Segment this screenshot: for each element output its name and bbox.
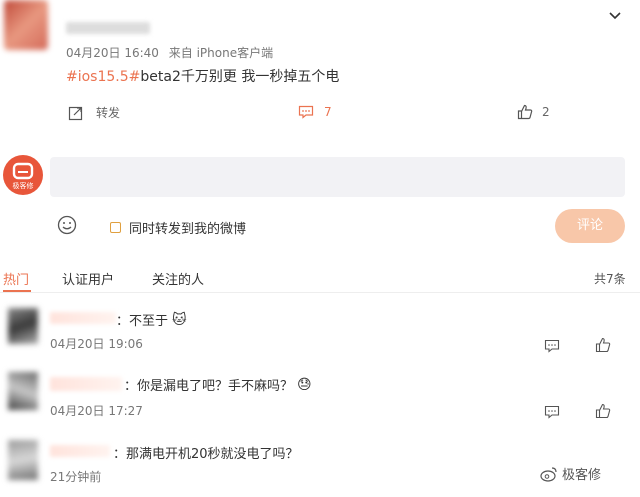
chevron-down-icon[interactable]: [608, 6, 622, 20]
post-text: beta2千万别更 我一秒掉五个电: [140, 69, 340, 85]
comment-time[interactable]: 04月20日 17:27: [50, 402, 143, 419]
comment-text: ：不至于: [116, 314, 169, 329]
sync-repost-option[interactable]: 同时转发到我的微博: [110, 218, 246, 237]
sweat-emoji-icon: 😓: [297, 376, 312, 393]
post-author-avatar[interactable]: [4, 0, 48, 50]
watermark-text: 极客修: [562, 468, 602, 483]
commenter-name[interactable]: [50, 445, 110, 457]
commenter-avatar[interactable]: [8, 372, 38, 410]
reply-icon[interactable]: [544, 404, 560, 423]
watermark: 极客修: [540, 464, 601, 483]
sync-repost-checkbox[interactable]: [110, 222, 121, 233]
weibo-logo-icon: [540, 466, 557, 482]
submit-comment-label: 评论: [576, 218, 603, 233]
tab-following-label: 关注的人: [152, 273, 205, 288]
comment-item: ：不至于 🐱: [116, 310, 187, 330]
comment-icon: [298, 105, 314, 119]
divider: [0, 292, 640, 293]
thumbs-up-icon[interactable]: [595, 403, 611, 423]
submit-comment-button[interactable]: 评论: [555, 209, 625, 243]
comment-count: 7: [324, 105, 332, 119]
hashtag-link[interactable]: #ios15.5#: [66, 69, 140, 85]
comment-time[interactable]: 21分钟前: [50, 468, 101, 485]
repost-button[interactable]: 转发: [68, 104, 120, 121]
comment-item: ：你是漏电了吧？手不麻吗？ 😓: [124, 375, 312, 395]
cat-emoji-icon: 🐱: [172, 311, 187, 328]
sync-repost-label: 同时转发到我的微博: [129, 222, 247, 237]
commenter-avatar[interactable]: [8, 440, 38, 480]
comment-button[interactable]: 7: [298, 105, 332, 119]
comment-text: ：那满电开机20秒就没电了吗？: [113, 447, 299, 462]
like-count: 2: [542, 105, 550, 119]
comment-input[interactable]: [50, 157, 625, 197]
tab-following[interactable]: 关注的人: [152, 269, 204, 288]
reply-icon[interactable]: [544, 338, 560, 357]
current-user-avatar[interactable]: 极客修: [3, 155, 43, 195]
thumbs-up-icon[interactable]: [595, 337, 611, 357]
tab-verified-label: 认证用户: [62, 273, 115, 288]
tab-hot[interactable]: 热门: [3, 269, 29, 288]
avatar-text: 极客修: [12, 182, 34, 190]
emoji-icon[interactable]: [57, 215, 77, 239]
comment-total: 共7条: [594, 272, 626, 286]
like-button[interactable]: 2: [517, 104, 550, 120]
post-author-name[interactable]: [66, 22, 150, 34]
repost-label: 转发: [96, 106, 121, 120]
comment-time[interactable]: 04月20日 19:06: [50, 335, 143, 352]
comment-text: ：你是漏电了吧？手不麻吗？: [124, 379, 294, 394]
commenter-name[interactable]: [50, 312, 116, 324]
thumbs-up-icon: [517, 104, 533, 120]
tab-hot-label: 热门: [3, 273, 30, 288]
tab-verified[interactable]: 认证用户: [62, 269, 114, 288]
comment-item: ：那满电开机20秒就没电了吗？: [113, 443, 299, 462]
commenter-name[interactable]: [50, 377, 122, 391]
repost-icon: [68, 106, 83, 120]
post-time[interactable]: 04月20日 16:40: [66, 46, 159, 60]
commenter-avatar[interactable]: [8, 308, 38, 344]
post-source: 来自 iPhone客户端: [168, 46, 274, 60]
